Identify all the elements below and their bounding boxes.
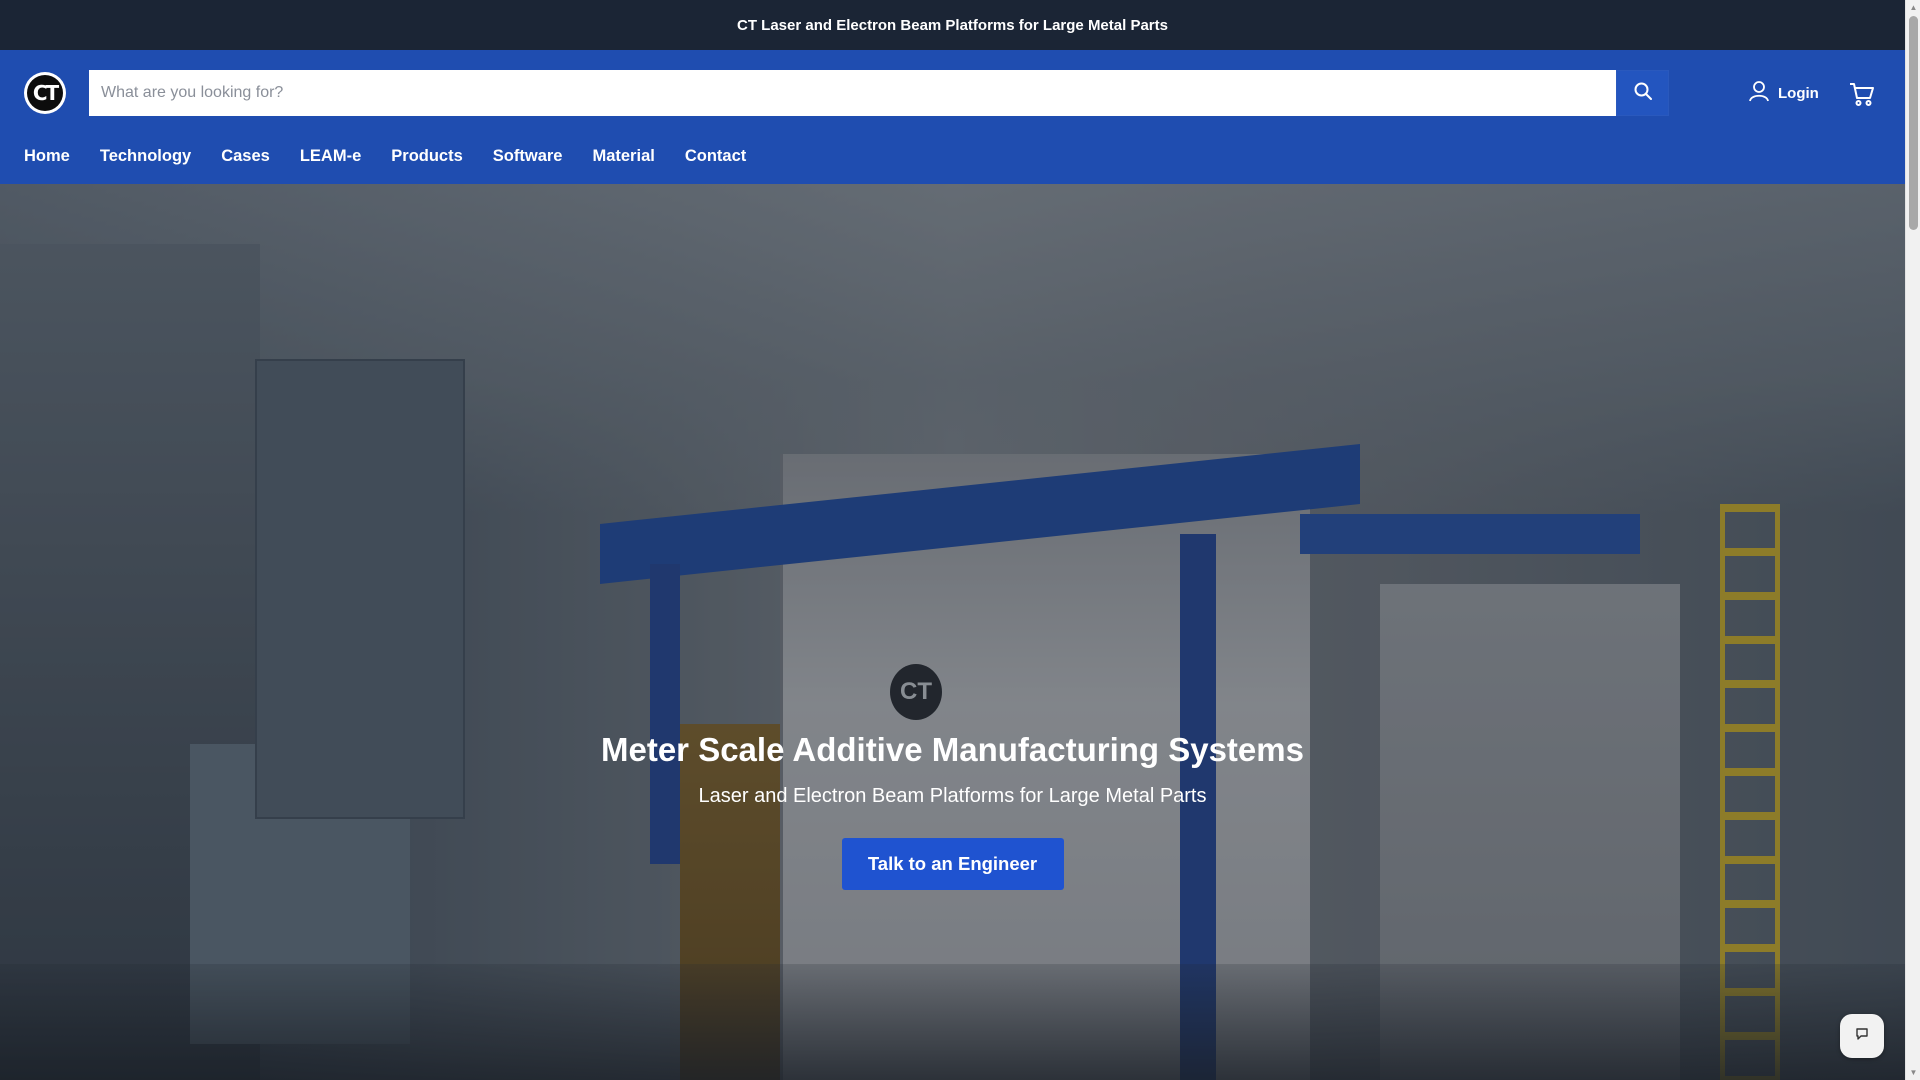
nav-item-products[interactable]: Products <box>391 143 463 169</box>
nav-item-leam-e[interactable]: LEAM-e <box>300 143 361 169</box>
logo-mark: CT <box>27 75 63 111</box>
login-label: Login <box>1778 84 1819 102</box>
hero-title: Meter Scale Additive Manufacturing Syste… <box>601 731 1304 768</box>
announcement-bar: CT Laser and Electron Beam Platforms for… <box>0 0 1905 50</box>
hero-content: Meter Scale Additive Manufacturing Syste… <box>0 728 1905 890</box>
chat-widget-button[interactable] <box>1840 1014 1884 1058</box>
announcement-text: CT Laser and Electron Beam Platforms for… <box>737 16 1168 34</box>
nav-item-technology[interactable]: Technology <box>100 143 191 169</box>
hero-banner: CT Meter Scale Additive Manufacturing Sy… <box>0 184 1905 1080</box>
search-icon <box>1633 81 1653 106</box>
search-bar <box>89 70 1669 116</box>
nav-item-material[interactable]: Material <box>592 143 654 169</box>
cart-button[interactable] <box>1848 80 1876 108</box>
page-scrollbar[interactable]: ▲ ▼ <box>1905 0 1920 1080</box>
search-button[interactable] <box>1616 70 1669 116</box>
talk-to-engineer-button[interactable]: Talk to an Engineer <box>841 838 1064 890</box>
site-logo[interactable]: CT <box>24 72 66 114</box>
scroll-down-icon[interactable]: ▼ <box>1909 1068 1918 1077</box>
nav-item-cases[interactable]: Cases <box>221 143 270 169</box>
nav-item-contact[interactable]: Contact <box>685 143 746 169</box>
login-link[interactable]: Login <box>1748 81 1819 105</box>
nav-item-home[interactable]: Home <box>24 143 70 169</box>
cart-icon <box>1848 83 1876 112</box>
nav-item-software[interactable]: Software <box>493 143 563 169</box>
scroll-thumb[interactable] <box>1909 16 1918 230</box>
site-header: CT Login <box>0 50 1905 184</box>
hero-subtitle: Laser and Electron Beam Platforms for La… <box>698 785 1207 807</box>
main-nav: Home Technology Cases LEAM-e Products So… <box>24 143 746 169</box>
chat-icon <box>1854 1026 1870 1047</box>
scroll-up-icon[interactable]: ▲ <box>1909 3 1918 12</box>
user-icon <box>1748 80 1770 106</box>
search-input[interactable] <box>89 70 1616 116</box>
